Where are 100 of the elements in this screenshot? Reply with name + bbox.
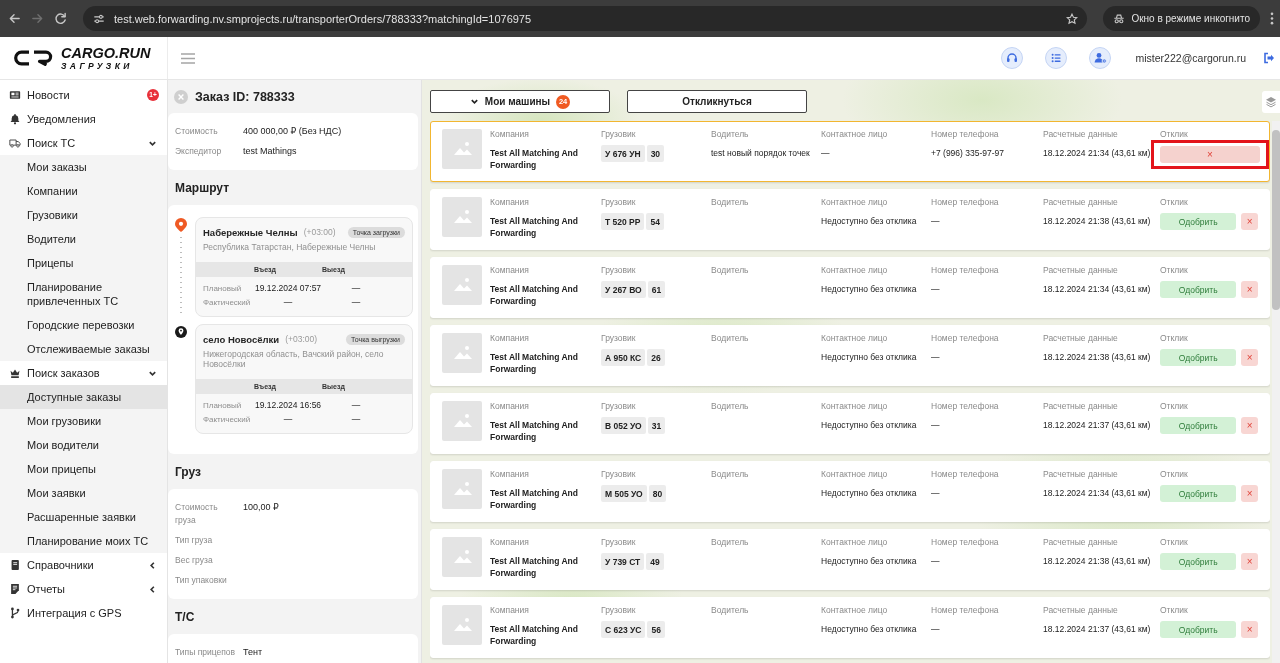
field-value: 18.12.2024 21:37 (43,61 км) [1043,623,1152,635]
plate-number: Т 520 РР [601,213,645,230]
order-title: Заказ ID: 788333 [195,89,295,104]
approve-button[interactable]: Одобрить [1160,213,1237,230]
approve-button[interactable]: Одобрить [1160,349,1237,366]
sidebar-item[interactable]: Компании [0,179,167,203]
match-card[interactable]: Компания Test All Matching And Forwarding Грузовик Т 520 РР 54 Водитель Контактное лицо Недоступно без отклика Номер телефона — Расчетные данные 18.12.2024 21:38 (43,61 км) Отклик Одобрить × [430,189,1270,250]
image-placeholder-icon [442,605,482,645]
book-icon [9,559,21,571]
crown-icon [9,367,21,379]
field-label: Номер телефона [931,197,1000,208]
sidebar-item[interactable]: Планирование привлеченных ТС [0,275,167,313]
image-placeholder-icon [442,197,482,237]
layers-icon [1265,95,1277,108]
field-value: Недоступно без отклика [821,555,918,567]
image-placeholder-icon [442,401,482,441]
scrollbar-thumb[interactable] [1272,130,1280,310]
field-value: — [931,351,941,363]
logout-icon[interactable] [1263,52,1275,64]
match-card[interactable]: Компания Test All Matching And Forwarding Грузовик А 950 КС 26 Водитель Контактное лицо Недоступно без отклика Номер телефона — Расчетные данные 18.12.2024 21:38 (43,61 км) Отклик Одобрить × [430,325,1270,386]
sidebar-item[interactable]: Расшаренные заявки [0,505,167,529]
sidebar-item[interactable]: Отслеживаемые заказы [0,337,167,361]
match-card[interactable]: Компания Test All Matching And Forwarding Грузовик У 267 ВО 61 Водитель Контактное лицо Недоступно без отклика Номер телефона — Расчетные данные 18.12.2024 21:34 (43,61 км) Отклик Одобрить × [430,257,1270,318]
layers-button[interactable] [1262,90,1280,113]
field-label: Расчетные данные [1043,265,1119,276]
sidebar-item[interactable]: Мои водители [0,433,167,457]
image-placeholder-icon [442,265,482,305]
image-placeholder-icon [442,129,482,169]
field-label: Номер телефона [931,537,1000,548]
sidebar-item[interactable]: Поиск ТС [0,131,167,155]
company-name: Test All Matching And Forwarding [490,419,579,443]
reload-icon[interactable] [54,12,67,25]
address-field[interactable]: test.web.forwarding.nv.smprojects.ru/transporterOrders/788333?matchingId=1076975 [83,6,1088,31]
map-pin-icon [175,325,187,339]
sidebar-item[interactable]: Доступные заказы [0,385,167,409]
star-icon[interactable] [1066,12,1079,25]
field-label: Компания [490,537,530,548]
list-icon[interactable] [1044,47,1067,69]
match-card[interactable]: Компания Test All Matching And Forwarding Грузовик М 505 УО 80 Водитель Контактное лицо Недоступно без отклика Номер телефона — Расчетные данные 18.12.2024 21:34 (43,61 км) Отклик Одобрить × [430,461,1270,522]
document-icon [9,583,21,595]
sidebar-item[interactable]: Справочники [0,553,167,577]
sidebar-item[interactable]: Водители [0,227,167,251]
field-value: 18.12.2024 21:34 (43,61 км) [1043,147,1152,159]
sidebar-item[interactable]: Мои заявки [0,481,167,505]
sidebar-item[interactable]: Отчеты [0,577,167,601]
sidebar-item[interactable]: Мои грузовики [0,409,167,433]
match-card[interactable]: Компания Test All Matching And Forwarding Грузовик У 739 СТ 49 Водитель Контактное лицо Недоступно без отклика Номер телефона — Расчетные данные 18.12.2024 21:38 (43,61 км) Отклик Одобрить × [430,529,1270,590]
approve-button[interactable]: Одобрить [1160,553,1237,570]
approve-button[interactable]: Одобрить [1160,417,1237,434]
sidebar-item[interactable]: Мои заказы [0,155,167,179]
field-value: — [931,487,941,499]
sidebar-item[interactable]: Уведомления [0,107,167,131]
sidebar-item[interactable]: Прицепы [0,251,167,275]
menu-icon[interactable] [181,52,195,64]
sidebar-item[interactable]: Мои прицепы [0,457,167,481]
field-label: Водитель [711,129,750,140]
section-title: Маршрут [175,180,230,195]
field-label: Расчетные данные [1043,197,1119,208]
newspaper-icon [9,89,21,101]
arrow-left-icon[interactable] [8,12,21,25]
user-email: mister222@cargorun.ru [1135,52,1246,64]
tune-icon[interactable] [93,12,105,25]
sidebar-item[interactable]: Планирование моих ТС [0,529,167,553]
field-value: +7 (996) 335-97-97 [931,147,1005,159]
headset-icon[interactable] [1000,47,1023,69]
chevron-left-icon[interactable] [148,584,157,594]
sidebar-item[interactable]: Городские перевозки [0,313,167,337]
field-label: Водитель [711,605,750,616]
field-label: Водитель [711,265,750,276]
region-code: 56 [647,621,665,638]
table-cell: 19.12.2024 16:56 [254,400,322,410]
incognito-button[interactable]: Окно в режиме инкогнито [1103,6,1260,31]
match-card[interactable] [430,121,1270,182]
field-value: test Mathings [243,145,298,158]
chevron-left-icon[interactable] [148,560,157,570]
approve-button[interactable]: Одобрить [1160,621,1237,638]
plate-number: В 052 УО [601,417,646,434]
field-label: Отклик [1160,469,1189,480]
user-settings-icon[interactable] [1088,47,1111,69]
image-placeholder-icon [442,469,482,509]
sidebar-item[interactable]: Поиск заказов [0,361,167,385]
sidebar-item[interactable]: Грузовики [0,203,167,227]
section-title: Т/С [175,609,195,624]
respond-button[interactable]: Откликнуться [627,90,807,113]
table-cell-text: — [282,297,294,307]
field-label: Грузовик [601,197,637,208]
plate-number: У 739 СТ [601,553,645,570]
field-value: Недоступно без отклика [821,351,918,363]
stop-city: Набережные Челны [203,226,298,238]
field-value: 400 000,00 ₽ (Без НДС) [243,125,343,138]
field-value: 18.12.2024 21:38 (43,61 км) [1043,555,1152,567]
plate-number: С 623 УС [601,621,646,638]
approve-button[interactable]: Одобрить [1160,281,1237,298]
match-card[interactable]: Компания Test All Matching And Forwarding Грузовик В 052 УО 31 Водитель Контактное лицо Недоступно без отклика Номер телефона — Расчетные данные 18.12.2024 21:37 (43,61 км) Отклик Одобрить × [430,393,1270,454]
approve-button[interactable]: Одобрить [1160,485,1237,502]
sidebar-item[interactable]: Интеграция с GPS [0,601,167,625]
field-label: Номер телефона [931,333,1000,344]
more-menu-icon[interactable] [1270,12,1274,25]
match-card[interactable]: Компания Test All Matching And Forwarding Грузовик С 623 УС 56 Водитель Контактное лицо Недоступно без отклика Номер телефона — Расчетные данные 18.12.2024 21:37 (43,61 км) Отклик Одобрить × [430,597,1270,658]
scrollbar[interactable] [1272,121,1280,663]
